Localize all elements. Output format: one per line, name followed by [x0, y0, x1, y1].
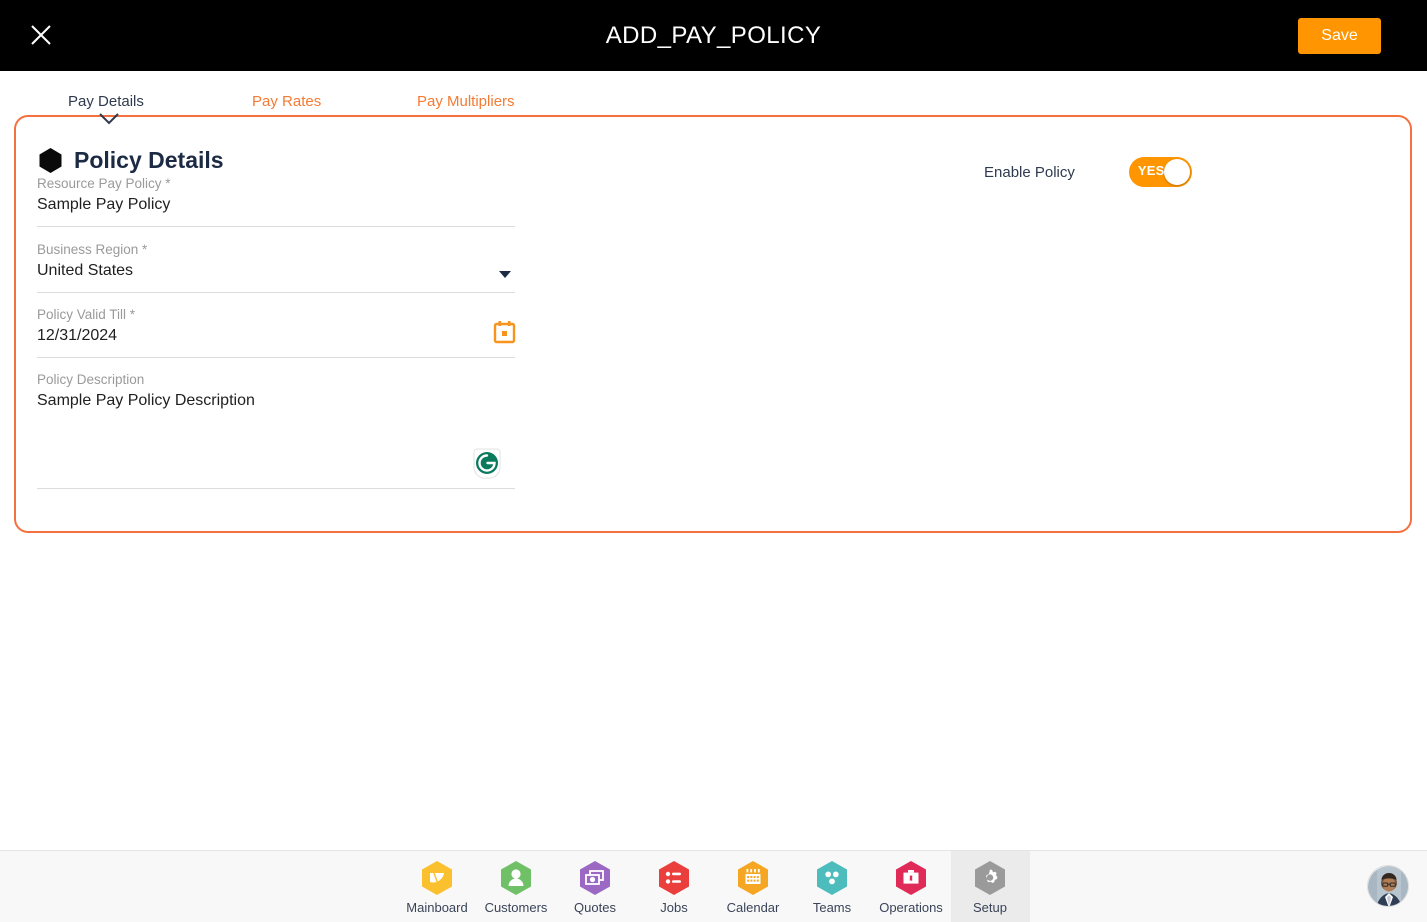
business-region-select[interactable]: United States	[37, 259, 515, 283]
enable-policy-toggle[interactable]: YES	[1128, 157, 1192, 187]
quotes-icon	[577, 859, 613, 897]
nav-item-jobs[interactable]: Jobs	[635, 851, 714, 922]
business-region-label: Business Region *	[37, 242, 148, 257]
nav-item-mainboard[interactable]: Mainboard	[398, 851, 477, 922]
policy-valid-till-field[interactable]: Policy Valid Till * 12/31/2024	[37, 306, 517, 358]
bottom-nav-items: Mainboard Customers Quotes Jobs Calendar…	[0, 851, 1427, 922]
page-title: ADD_PAY_POLICY	[605, 21, 822, 49]
toggle-knob	[1163, 159, 1190, 185]
nav-label-teams: Teams	[812, 899, 852, 915]
setup-icon	[972, 859, 1008, 897]
section-header: Policy Details	[38, 147, 224, 174]
add-pay-policy-screen: ADD_PAY_POLICY Save Pay Details Pay Rate…	[0, 0, 1427, 922]
calendar-icon[interactable]	[492, 320, 517, 345]
tab-pay-details[interactable]: Pay Details	[68, 93, 144, 110]
resource-pay-policy-input[interactable]: Sample Pay Policy	[37, 193, 515, 217]
chevron-down-icon[interactable]	[499, 271, 511, 278]
nav-item-quotes[interactable]: Quotes	[556, 851, 635, 922]
policy-details-card: Policy Details Resource Pay Policy * Sam…	[14, 115, 1412, 533]
grammarly-icon[interactable]	[471, 447, 503, 481]
nav-item-setup[interactable]: Setup	[950, 851, 1030, 922]
nav-label-calendar: Calendar	[726, 899, 780, 915]
policy-valid-till-input[interactable]: 12/31/2024	[37, 324, 515, 348]
tab-pay-multipliers[interactable]: Pay Multipliers	[417, 93, 515, 110]
nav-item-calendar[interactable]: Calendar	[714, 851, 793, 922]
hexagon-bullet-icon	[38, 147, 63, 174]
resource-pay-policy-field[interactable]: Resource Pay Policy * Sample Pay Policy	[37, 175, 515, 227]
operations-icon	[893, 859, 929, 897]
teams-icon	[814, 859, 850, 897]
save-button[interactable]: Save	[1298, 18, 1381, 54]
business-region-field[interactable]: Business Region * United States	[37, 241, 515, 293]
user-avatar[interactable]	[1367, 865, 1409, 907]
nav-label-operations: Operations	[879, 899, 943, 915]
top-app-bar: ADD_PAY_POLICY Save	[0, 0, 1427, 71]
policy-valid-till-label: Policy Valid Till *	[37, 307, 136, 322]
tab-bar: Pay Details Pay Rates Pay Multipliers	[0, 71, 1427, 119]
section-title: Policy Details	[74, 147, 224, 173]
policy-description-field[interactable]: Policy Description Sample Pay Policy Des…	[37, 371, 515, 489]
nav-label-setup: Setup	[973, 899, 1007, 915]
enable-policy-row: Enable Policy YES	[984, 157, 1192, 187]
tab-pay-rates[interactable]: Pay Rates	[252, 93, 321, 110]
calendar-icon	[735, 859, 771, 897]
policy-form: Resource Pay Policy * Sample Pay Policy …	[37, 175, 517, 489]
policy-description-label: Policy Description	[37, 372, 145, 387]
resource-pay-policy-label: Resource Pay Policy *	[37, 176, 171, 191]
toggle-value-label: YES	[1137, 163, 1165, 178]
enable-policy-label: Enable Policy	[984, 163, 1075, 181]
customers-icon	[498, 859, 534, 897]
nav-item-teams[interactable]: Teams	[793, 851, 872, 922]
nav-item-customers[interactable]: Customers	[477, 851, 556, 922]
mainboard-icon	[419, 859, 455, 897]
bottom-nav-bar: Mainboard Customers Quotes Jobs Calendar…	[0, 850, 1427, 922]
nav-label-mainboard: Mainboard	[406, 899, 468, 915]
jobs-icon	[656, 859, 692, 897]
nav-label-customers: Customers	[484, 899, 548, 915]
nav-label-jobs: Jobs	[660, 899, 688, 915]
active-tab-chevron-down-icon	[98, 112, 120, 126]
policy-description-input[interactable]: Sample Pay Policy Description	[37, 389, 515, 413]
nav-label-quotes: Quotes	[574, 899, 616, 915]
nav-item-operations[interactable]: Operations	[872, 851, 951, 922]
